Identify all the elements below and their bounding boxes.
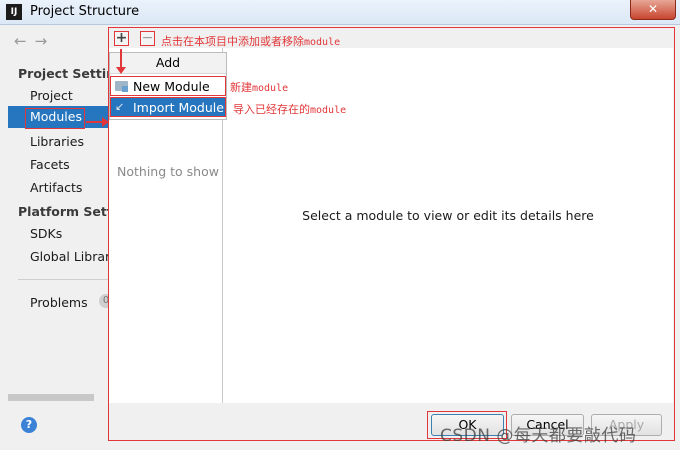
platform-settings-header: Platform Settings	[18, 204, 108, 219]
sidebar-scrollbar[interactable]	[8, 394, 94, 401]
sidebar-item-artifacts[interactable]: Artifacts	[30, 180, 108, 195]
sidebar-item-global-libraries[interactable]: Global Libraries	[30, 249, 108, 264]
help-icon[interactable]: ?	[21, 417, 37, 433]
title-bar: IJ Project Structure ✕	[0, 0, 680, 25]
sidebar-item-sdks[interactable]: SDKs	[30, 226, 108, 241]
window-title: Project Structure	[30, 4, 140, 19]
modules-highlight-box	[25, 108, 85, 129]
back-arrow-icon[interactable]: ←	[14, 32, 35, 50]
sidebar-item-project[interactable]: Project	[30, 88, 108, 103]
nav-arrows: ←→	[14, 32, 55, 50]
sidebar-item-libraries[interactable]: Libraries	[30, 134, 108, 149]
forward-arrow-icon[interactable]: →	[35, 32, 56, 50]
watermark: CSDN @每天都要敲代码	[440, 426, 637, 446]
sidebar-divider	[18, 279, 108, 280]
intellij-icon: IJ	[6, 4, 22, 20]
annotation-frame	[108, 27, 675, 441]
close-icon[interactable]: ✕	[630, 0, 676, 20]
sidebar-item-problems[interactable]: Problems	[30, 295, 108, 310]
project-settings-header: Project Settings	[18, 66, 108, 81]
sidebar-item-facets[interactable]: Facets	[30, 157, 108, 172]
annotation-arrow-right	[86, 117, 109, 127]
